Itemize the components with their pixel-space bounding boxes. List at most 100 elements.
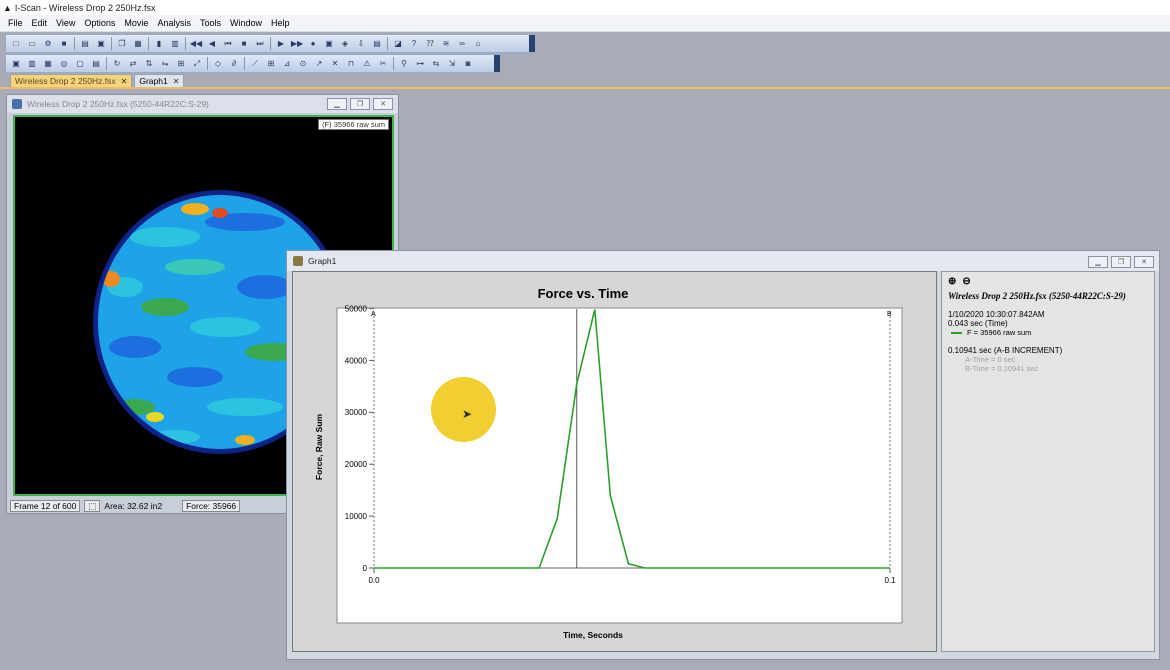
menu-help[interactable]: Help (271, 18, 290, 28)
close-button[interactable]: ✕ (373, 98, 393, 110)
fast-rewind-icon[interactable]: ◀◀ (190, 38, 202, 50)
rotate-icon[interactable]: ↻ (111, 58, 123, 70)
toolbar-separator (207, 57, 208, 70)
last-frame-icon[interactable]: ⏭ (254, 38, 266, 50)
help-icon[interactable]: ? (408, 38, 420, 50)
sensor-title: Wireless Drop 2 250Hz.fsx (5250-44R22C:S… (948, 291, 1126, 301)
plot-panel[interactable]: Force vs. Time 0 10000 20000 30000 40000 5000… (292, 271, 937, 652)
color-scale-icon[interactable]: ▮ (153, 38, 165, 50)
toolbar-separator (244, 57, 245, 70)
menu-movie[interactable]: Movie (124, 18, 148, 28)
sync-icon[interactable]: ⇆ (430, 58, 442, 70)
line-tool-icon[interactable]: ⟋ (249, 58, 261, 70)
frame-icon[interactable]: ▢ (74, 58, 86, 70)
legend-swatch (951, 331, 962, 334)
stop-icon[interactable]: ■ (238, 38, 250, 50)
copy-icon[interactable]: ❐ (116, 38, 128, 50)
new-file-icon[interactable]: □ (10, 38, 22, 50)
play-icon[interactable]: ▶ (275, 38, 287, 50)
minimize-button[interactable]: ▁ (327, 98, 347, 110)
zoom-in-icon[interactable]: ⊕ (948, 276, 956, 287)
paste-icon[interactable]: ▦ (132, 38, 144, 50)
menu-analysis[interactable]: Analysis (157, 18, 191, 28)
graph-info-panel: ⊕ ⊖ Wireless Drop 2 250Hz.fsx (5250-44R2… (941, 271, 1155, 652)
print-preview-icon[interactable]: ▣ (95, 38, 107, 50)
record-icon[interactable]: ● (307, 38, 319, 50)
window-caption[interactable]: Graph1 (287, 251, 1159, 271)
restore-button[interactable]: ❐ (350, 98, 370, 110)
menu-options[interactable]: Options (84, 18, 115, 28)
calibrate-icon[interactable]: ◪ (392, 38, 404, 50)
app-icon: ▲ (3, 2, 12, 13)
graph-tool-icon[interactable]: ⊿ (281, 58, 293, 70)
context-help-icon[interactable]: ⁇ (424, 38, 436, 50)
document-icon (12, 99, 22, 109)
y-tick-label: 50000 (345, 304, 368, 313)
b-time-text: B-Time = 0.10941 sec (965, 364, 1039, 373)
menu-edit[interactable]: Edit (32, 18, 48, 28)
link-icon[interactable]: ∞ (456, 38, 468, 50)
camera-icon[interactable]: ◙ (462, 58, 474, 70)
alarm-icon[interactable]: ⚠ (361, 58, 373, 70)
select-icon[interactable]: ◇ (212, 58, 224, 70)
minimize-button[interactable]: ▁ (1088, 256, 1108, 268)
save-icon[interactable]: ■ (58, 38, 70, 50)
trajectory-icon[interactable]: ↗ (313, 58, 325, 70)
sensor-icon[interactable]: ▥ (169, 38, 181, 50)
cross-icon[interactable]: ✕ (329, 58, 341, 70)
swap-vertical-icon[interactable]: ⇅ (143, 58, 155, 70)
bridge-icon[interactable]: ⌂ (472, 38, 484, 50)
step-back-icon[interactable]: ◀ (206, 38, 218, 50)
frame-status: Frame 12 of 600 (10, 500, 81, 512)
document-tabs: Wireless Drop 2 250Hz.fsx ✕ Graph1 ✕ (0, 74, 1170, 89)
restore-button[interactable]: ❐ (1111, 256, 1131, 268)
scan-icon[interactable]: ◈ (339, 38, 351, 50)
properties-icon[interactable]: ⚙ (42, 38, 54, 50)
lasso-icon[interactable]: ∂ (228, 58, 240, 70)
close-icon[interactable]: ✕ (121, 77, 128, 86)
layout-icon[interactable]: ▤ (90, 58, 102, 70)
resize-icon[interactable]: ⤢ (191, 58, 203, 70)
close-button[interactable]: ✕ (1134, 256, 1154, 268)
first-frame-icon[interactable]: ⏮ (222, 38, 234, 50)
export-icon[interactable]: ⇲ (446, 58, 458, 70)
toolbar-overflow[interactable] (529, 35, 535, 52)
view-contour-icon[interactable]: ▥ (26, 58, 38, 70)
centroid-icon[interactable]: ⊙ (297, 58, 309, 70)
open-file-icon[interactable]: ▭ (26, 38, 38, 50)
layers-icon[interactable]: ▤ (371, 38, 383, 50)
toolbar-separator (393, 57, 394, 70)
menu-tools[interactable]: Tools (200, 18, 221, 28)
box-tool-icon[interactable]: ⊞ (265, 58, 277, 70)
view-toolbar: ▣ ▥ ▦ ◎ ▢ ▤ ↻ ⇄ ⇅ ⇋ ⊞ ⤢ ◇ ∂ ⟋ ⊞ ⊿ ⊙ ↗ ✕ … (5, 54, 500, 73)
close-icon[interactable]: ✕ (173, 77, 180, 86)
menu-window[interactable]: Window (230, 18, 262, 28)
snapshot-icon[interactable]: ▣ (323, 38, 335, 50)
mirror-icon[interactable]: ⇋ (159, 58, 171, 70)
x-tick-label: 0.0 (368, 576, 380, 585)
swap-horizontal-icon[interactable]: ⇄ (127, 58, 139, 70)
toolbar-overflow[interactable] (494, 55, 500, 72)
view-grid-icon[interactable]: ▦ (42, 58, 54, 70)
connect-icon[interactable]: ⊶ (414, 58, 426, 70)
zoom-out-icon[interactable]: ⊖ (962, 276, 970, 287)
wireless-icon[interactable]: ≋ (440, 38, 452, 50)
graph-icon (293, 256, 303, 266)
download-icon[interactable]: ⇩ (355, 38, 367, 50)
align-icon[interactable]: ⊞ (175, 58, 187, 70)
tab-wireless-drop[interactable]: Wireless Drop 2 250Hz.fsx ✕ (10, 74, 133, 87)
peak-icon[interactable]: ⊓ (345, 58, 357, 70)
fast-forward-icon[interactable]: ▶▶ (291, 38, 303, 50)
x-tick-label: 0.1 (884, 576, 896, 585)
menu-view[interactable]: View (56, 18, 75, 28)
toolbar-separator (111, 37, 112, 50)
print-icon[interactable]: ▤ (79, 38, 91, 50)
menu-file[interactable]: File (8, 18, 23, 28)
target-icon[interactable]: ◎ (58, 58, 70, 70)
toolbar-separator (387, 37, 388, 50)
scissors-icon[interactable]: ✂ (377, 58, 389, 70)
tab-graph1[interactable]: Graph1 ✕ (134, 74, 185, 87)
network-icon[interactable]: ⚲ (398, 58, 410, 70)
force-time-chart: Force vs. Time 0 10000 20000 30000 40000 5000… (314, 286, 903, 640)
view-2d-icon[interactable]: ▣ (10, 58, 22, 70)
